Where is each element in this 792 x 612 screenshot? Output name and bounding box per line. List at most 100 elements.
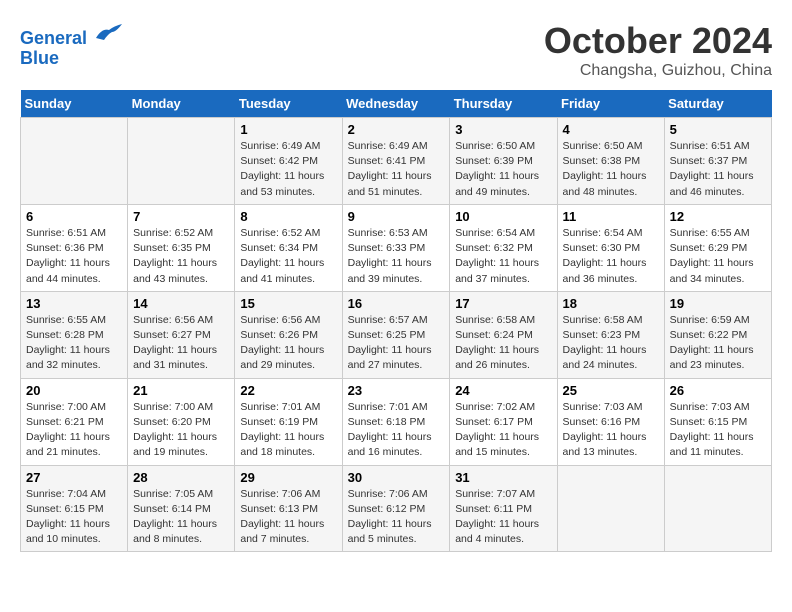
- calendar-cell: [21, 118, 128, 205]
- calendar-cell: 30 Sunrise: 7:06 AMSunset: 6:12 PMDayligh…: [342, 465, 450, 552]
- calendar-cell: 22 Sunrise: 7:01 AMSunset: 6:19 PMDayligh…: [235, 378, 342, 465]
- calendar-week-row: 1 Sunrise: 6:49 AMSunset: 6:42 PMDaylight…: [21, 118, 772, 205]
- logo-general: General: [20, 28, 87, 48]
- calendar-cell: [128, 118, 235, 205]
- calendar-week-row: 6Sunrise: 6:51 AMSunset: 6:36 PMDaylight…: [21, 204, 772, 291]
- day-number: 26: [670, 383, 766, 398]
- calendar-cell: 12Sunrise: 6:55 AMSunset: 6:29 PMDayligh…: [664, 204, 771, 291]
- logo-bird-icon: [94, 20, 124, 44]
- location: Changsha, Guizhou, China: [544, 62, 772, 80]
- calendar-week-row: 20Sunrise: 7:00 AMSunset: 6:21 PMDayligh…: [21, 378, 772, 465]
- title-block: October 2024 Changsha, Guizhou, China: [544, 20, 772, 80]
- day-number: 29: [240, 470, 336, 485]
- day-info: Sunrise: 6:54 AMSunset: 6:30 PMDaylight:…: [563, 226, 659, 287]
- day-number: 10: [455, 209, 551, 224]
- calendar-week-row: 27 Sunrise: 7:04 AMSunset: 6:15 PMDayligh…: [21, 465, 772, 552]
- calendar-cell: 4 Sunrise: 6:50 AMSunset: 6:38 PMDaylight…: [557, 118, 664, 205]
- logo-text: General Blue: [20, 20, 124, 69]
- day-info: Sunrise: 7:07 AMSunset: 6:11 PMDaylight:…: [455, 487, 551, 548]
- weekday-header: Friday: [557, 90, 664, 118]
- calendar-cell: 10 Sunrise: 6:54 AMSunset: 6:32 PMDayligh…: [450, 204, 557, 291]
- page-header: General Blue October 2024 Changsha, Guiz…: [20, 20, 772, 80]
- calendar-cell: 17 Sunrise: 6:58 AMSunset: 6:24 PMDayligh…: [450, 291, 557, 378]
- day-info: Sunrise: 6:56 AMSunset: 6:26 PMDaylight:…: [240, 313, 336, 374]
- calendar-cell: 21 Sunrise: 7:00 AMSunset: 6:20 PMDayligh…: [128, 378, 235, 465]
- logo: General Blue: [20, 20, 124, 69]
- calendar-cell: 13 Sunrise: 6:55 AMSunset: 6:28 PMDayligh…: [21, 291, 128, 378]
- header-row: SundayMondayTuesdayWednesdayThursdayFrid…: [21, 90, 772, 118]
- month-title: October 2024: [544, 20, 772, 62]
- calendar-cell: 18 Sunrise: 6:58 AMSunset: 6:23 PMDayligh…: [557, 291, 664, 378]
- day-info: Sunrise: 6:53 AMSunset: 6:33 PMDaylight:…: [348, 226, 445, 287]
- day-number: 6: [26, 209, 122, 224]
- day-info: Sunrise: 7:04 AMSunset: 6:15 PMDaylight:…: [26, 487, 122, 548]
- day-info: Sunrise: 6:58 AMSunset: 6:23 PMDaylight:…: [563, 313, 659, 374]
- day-info: Sunrise: 7:03 AMSunset: 6:16 PMDaylight:…: [563, 400, 659, 461]
- weekday-header: Tuesday: [235, 90, 342, 118]
- calendar-cell: 25Sunrise: 7:03 AMSunset: 6:16 PMDayligh…: [557, 378, 664, 465]
- calendar-cell: [557, 465, 664, 552]
- day-info: Sunrise: 6:55 AMSunset: 6:28 PMDaylight:…: [26, 313, 122, 374]
- weekday-header: Monday: [128, 90, 235, 118]
- day-number: 4: [563, 122, 659, 137]
- day-number: 7: [133, 209, 229, 224]
- calendar-cell: 9Sunrise: 6:53 AMSunset: 6:33 PMDaylight…: [342, 204, 450, 291]
- weekday-header: Saturday: [664, 90, 771, 118]
- day-number: 8: [240, 209, 336, 224]
- calendar-cell: 3Sunrise: 6:50 AMSunset: 6:39 PMDaylight…: [450, 118, 557, 205]
- day-info: Sunrise: 7:00 AMSunset: 6:20 PMDaylight:…: [133, 400, 229, 461]
- day-info: Sunrise: 6:50 AMSunset: 6:38 PMDaylight:…: [563, 139, 659, 200]
- day-info: Sunrise: 7:06 AMSunset: 6:13 PMDaylight:…: [240, 487, 336, 548]
- day-info: Sunrise: 7:03 AMSunset: 6:15 PMDaylight:…: [670, 400, 766, 461]
- day-info: Sunrise: 7:06 AMSunset: 6:12 PMDaylight:…: [348, 487, 445, 548]
- calendar-cell: 14 Sunrise: 6:56 AMSunset: 6:27 PMDayligh…: [128, 291, 235, 378]
- calendar-cell: 7Sunrise: 6:52 AMSunset: 6:35 PMDaylight…: [128, 204, 235, 291]
- day-number: 21: [133, 383, 229, 398]
- day-number: 31: [455, 470, 551, 485]
- day-number: 11: [563, 209, 659, 224]
- calendar-cell: 27 Sunrise: 7:04 AMSunset: 6:15 PMDayligh…: [21, 465, 128, 552]
- day-info: Sunrise: 6:49 AMSunset: 6:42 PMDaylight:…: [240, 139, 336, 200]
- day-number: 16: [348, 296, 445, 311]
- day-info: Sunrise: 6:58 AMSunset: 6:24 PMDaylight:…: [455, 313, 551, 374]
- day-number: 30: [348, 470, 445, 485]
- day-info: Sunrise: 7:00 AMSunset: 6:21 PMDaylight:…: [26, 400, 122, 461]
- calendar-cell: 5 Sunrise: 6:51 AMSunset: 6:37 PMDaylight…: [664, 118, 771, 205]
- weekday-header: Thursday: [450, 90, 557, 118]
- calendar-cell: 19Sunrise: 6:59 AMSunset: 6:22 PMDayligh…: [664, 291, 771, 378]
- day-number: 23: [348, 383, 445, 398]
- calendar-cell: 20Sunrise: 7:00 AMSunset: 6:21 PMDayligh…: [21, 378, 128, 465]
- calendar-cell: 26 Sunrise: 7:03 AMSunset: 6:15 PMDayligh…: [664, 378, 771, 465]
- day-info: Sunrise: 6:50 AMSunset: 6:39 PMDaylight:…: [455, 139, 551, 200]
- calendar-cell: 29 Sunrise: 7:06 AMSunset: 6:13 PMDayligh…: [235, 465, 342, 552]
- day-number: 14: [133, 296, 229, 311]
- day-number: 17: [455, 296, 551, 311]
- calendar-week-row: 13 Sunrise: 6:55 AMSunset: 6:28 PMDayligh…: [21, 291, 772, 378]
- calendar-cell: 23 Sunrise: 7:01 AMSunset: 6:18 PMDayligh…: [342, 378, 450, 465]
- calendar-cell: 2Sunrise: 6:49 AMSunset: 6:41 PMDaylight…: [342, 118, 450, 205]
- day-number: 27: [26, 470, 122, 485]
- day-number: 13: [26, 296, 122, 311]
- weekday-header: Sunday: [21, 90, 128, 118]
- day-info: Sunrise: 6:55 AMSunset: 6:29 PMDaylight:…: [670, 226, 766, 287]
- day-info: Sunrise: 6:57 AMSunset: 6:25 PMDaylight:…: [348, 313, 445, 374]
- day-info: Sunrise: 6:54 AMSunset: 6:32 PMDaylight:…: [455, 226, 551, 287]
- calendar-cell: [664, 465, 771, 552]
- calendar-cell: 1 Sunrise: 6:49 AMSunset: 6:42 PMDaylight…: [235, 118, 342, 205]
- calendar-cell: 24Sunrise: 7:02 AMSunset: 6:17 PMDayligh…: [450, 378, 557, 465]
- day-info: Sunrise: 7:01 AMSunset: 6:19 PMDaylight:…: [240, 400, 336, 461]
- calendar-cell: 31 Sunrise: 7:07 AMSunset: 6:11 PMDayligh…: [450, 465, 557, 552]
- calendar-table: SundayMondayTuesdayWednesdayThursdayFrid…: [20, 90, 772, 552]
- day-info: Sunrise: 6:49 AMSunset: 6:41 PMDaylight:…: [348, 139, 445, 200]
- logo-blue: Blue: [20, 48, 59, 68]
- day-number: 24: [455, 383, 551, 398]
- day-info: Sunrise: 7:01 AMSunset: 6:18 PMDaylight:…: [348, 400, 445, 461]
- day-number: 5: [670, 122, 766, 137]
- day-number: 15: [240, 296, 336, 311]
- day-number: 18: [563, 296, 659, 311]
- day-number: 1: [240, 122, 336, 137]
- day-info: Sunrise: 6:56 AMSunset: 6:27 PMDaylight:…: [133, 313, 229, 374]
- day-info: Sunrise: 7:05 AMSunset: 6:14 PMDaylight:…: [133, 487, 229, 548]
- day-number: 22: [240, 383, 336, 398]
- day-info: Sunrise: 6:51 AMSunset: 6:37 PMDaylight:…: [670, 139, 766, 200]
